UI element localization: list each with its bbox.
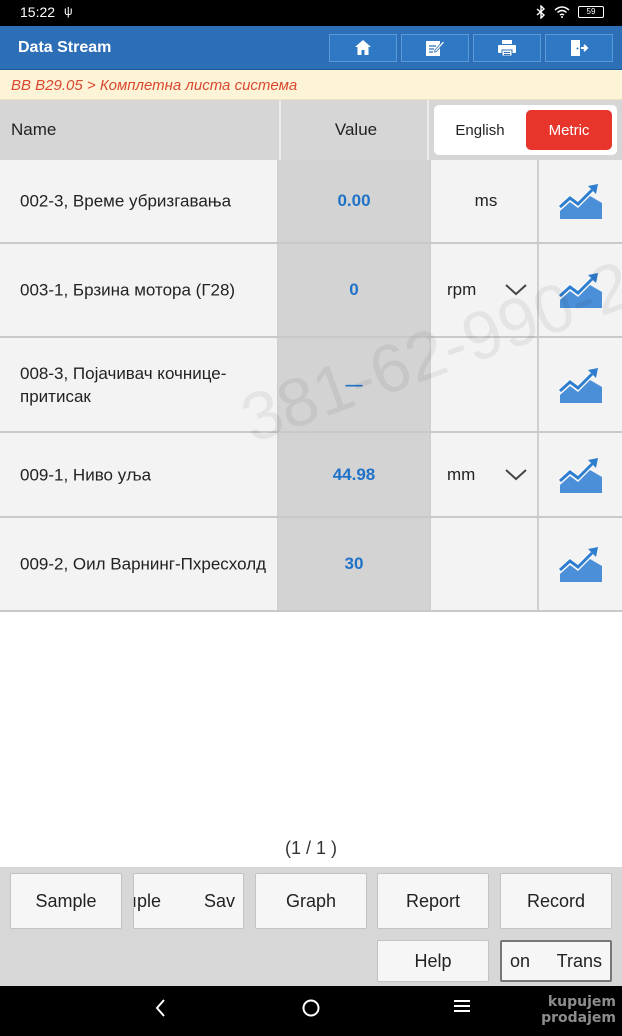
row-name-cell: 009-2, Оил Варнинг-Пхресхолд <box>0 518 279 610</box>
graph-button[interactable] <box>539 244 622 336</box>
wifi-icon <box>554 6 570 18</box>
table-row[interactable]: 009-1, Ниво уља 44.98 mm <box>0 433 622 518</box>
logo-line-2: prodajem <box>541 1010 616 1026</box>
bluetooth-icon <box>536 5 546 19</box>
table-row[interactable]: 003-1, Брзина мотора (Г28) 0 rpm <box>0 244 622 338</box>
nav-home-button[interactable] <box>299 998 323 1018</box>
navigation-bar <box>0 986 622 1036</box>
translate-button[interactable]: on Trans <box>500 940 612 982</box>
unit-metric-button[interactable]: Metric <box>526 110 612 150</box>
column-header-name: Name <box>11 120 57 139</box>
menu-icon <box>454 1000 470 1012</box>
status-bar: 15:22 ψ 59 <box>0 0 622 26</box>
graph-view-button[interactable]: Graph <box>255 873 367 929</box>
help-button[interactable]: Help <box>377 940 489 982</box>
page-title: Data Stream <box>18 39 112 56</box>
row-value: — <box>279 338 429 431</box>
row-name-cell: 009-1, Ниво уља <box>0 433 279 516</box>
record-button[interactable]: Record <box>500 873 612 929</box>
chevron-down-icon <box>505 284 527 296</box>
row-name: 003-1, Брзина мотора (Г28) <box>20 280 236 300</box>
graph-button[interactable] <box>539 518 622 610</box>
row-unit: mm <box>447 464 476 484</box>
logo-line-1: kupujem <box>547 994 616 1010</box>
exit-button[interactable] <box>545 34 613 62</box>
print-button[interactable] <box>473 34 541 62</box>
sample-save-label-right: Sav <box>203 890 235 911</box>
screen: 15:22 ψ 59 Data Stream BB B29.05 > Компл… <box>0 0 622 1036</box>
table-row[interactable]: 008-3, Појачивач кочнице-притисак — <box>0 338 622 433</box>
page-indicator: (1 / 1 ) <box>284 838 337 858</box>
translate-label-left: on <box>510 950 531 971</box>
site-logo: kupujem prodajem <box>541 994 616 1026</box>
unit-english-button[interactable]: English <box>434 105 526 155</box>
row-name: 008-3, Појачивач кочнице-притисак <box>20 363 227 406</box>
graph-button[interactable] <box>539 338 622 431</box>
translate-label-right: Trans <box>556 950 602 971</box>
row-value: 44.98 <box>279 433 429 516</box>
trend-graph-icon <box>557 547 602 582</box>
nav-menu-button[interactable] <box>452 998 472 1014</box>
sample-save-button[interactable]: ıple Sav <box>133 873 244 929</box>
edit-icon <box>426 40 445 56</box>
row-name-cell: 008-3, Појачивач кочнице-притисак <box>0 338 279 431</box>
column-header-value-cell: Value <box>279 100 429 160</box>
row-name: 002-3, Време убризгавања <box>20 191 232 211</box>
sample-button[interactable]: Sample <box>10 873 122 929</box>
back-icon <box>155 999 165 1017</box>
unit-dropdown[interactable]: mm <box>429 433 539 516</box>
trend-graph-icon <box>557 184 602 219</box>
unit-dropdown[interactable]: rpm <box>429 244 539 336</box>
row-unit-cell <box>429 338 539 431</box>
row-value: 30 <box>279 518 429 610</box>
bottom-toolbar: Sample ıple Sav Graph Report Record Help… <box>0 867 622 986</box>
home-button[interactable] <box>329 34 397 62</box>
row-name-cell: 002-3, Време убризгавања <box>0 160 279 242</box>
home-circle-icon <box>302 999 320 1017</box>
trend-graph-icon <box>557 367 602 403</box>
row-unit: rpm <box>447 280 477 299</box>
sample-save-label-left: ıple <box>133 890 162 911</box>
edit-button[interactable] <box>401 34 469 62</box>
chevron-down-icon <box>505 468 527 480</box>
row-value: 0 <box>279 244 429 336</box>
home-icon <box>355 40 371 55</box>
row-name-cell: 003-1, Брзина мотора (Г28) <box>0 244 279 336</box>
print-icon <box>498 40 516 57</box>
graph-button[interactable] <box>539 433 622 516</box>
table-row[interactable]: 002-3, Време убризгавања 0.00 ms <box>0 160 622 244</box>
breadcrumb-text: BB B29.05 > Комплетна листа система <box>11 77 298 94</box>
row-value: 0.00 <box>279 160 429 242</box>
status-time: 15:22 <box>20 4 56 20</box>
row-name: 009-2, Оил Варнинг-Пхресхолд <box>20 554 267 574</box>
graph-button[interactable] <box>539 160 622 242</box>
nav-back-button[interactable] <box>150 998 170 1018</box>
table-row[interactable]: 009-2, Оил Варнинг-Пхресхолд 30 <box>0 518 622 612</box>
row-unit-cell: ms <box>429 160 539 242</box>
column-header-value: Value <box>334 120 378 139</box>
trend-graph-icon <box>557 457 602 493</box>
breadcrumb: BB B29.05 > Комплетна листа система <box>0 70 622 100</box>
usb-icon: ψ <box>64 4 73 18</box>
row-name: 009-1, Ниво уља <box>20 465 152 484</box>
row-unit: ms <box>474 191 498 210</box>
trend-graph-icon <box>557 273 602 308</box>
exit-icon <box>571 40 589 56</box>
battery-icon: 59 <box>578 6 604 18</box>
row-unit-cell <box>429 518 539 610</box>
report-button[interactable]: Report <box>377 873 489 929</box>
status-icons: 59 <box>536 5 604 19</box>
unit-toggle: English Metric <box>434 105 617 155</box>
app-header: Data Stream <box>0 26 622 70</box>
